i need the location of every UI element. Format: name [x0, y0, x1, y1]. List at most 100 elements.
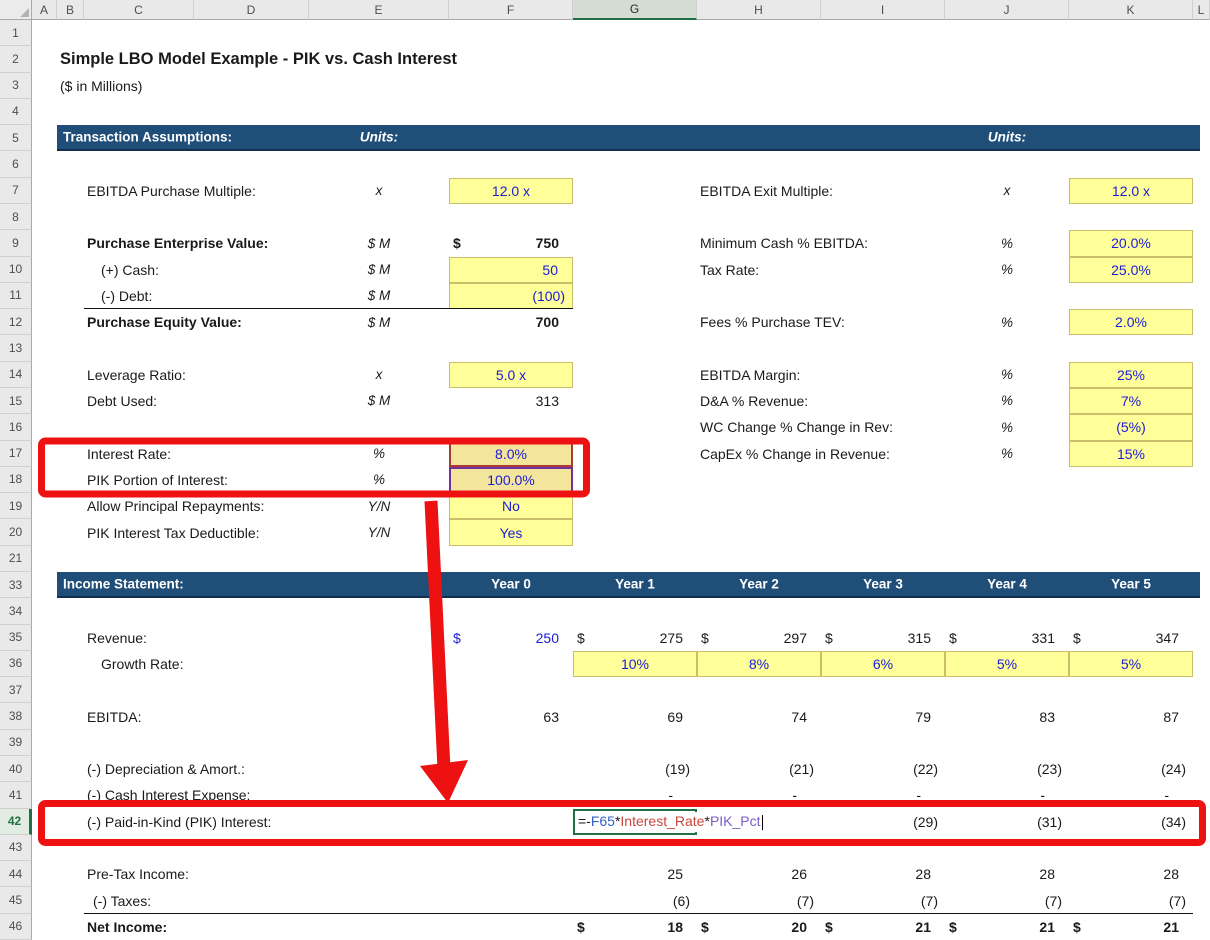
row-header-19[interactable]: 19	[0, 493, 32, 519]
cell-C9[interactable]: Purchase Enterprise Value:	[84, 230, 309, 256]
cell-H16[interactable]: WC Change % Change in Rev:	[697, 414, 945, 440]
cell-E10[interactable]: $ M	[309, 257, 449, 283]
cell-J12[interactable]: %	[945, 309, 1069, 335]
cell-H44[interactable]: 26	[697, 861, 821, 887]
leverage-ratio-input[interactable]: 5.0 x	[449, 362, 573, 388]
row-header-40[interactable]: 40	[0, 756, 32, 782]
ebitda-exit-multiple-input[interactable]: 12.0 x	[1069, 178, 1193, 204]
select-all-corner[interactable]	[0, 0, 32, 20]
row-header-7[interactable]: 7	[0, 178, 32, 204]
cell-G44[interactable]: 25	[573, 861, 697, 887]
cell-K41[interactable]: -	[1069, 782, 1193, 808]
column-header-J[interactable]: J	[945, 0, 1069, 20]
row-header-38[interactable]: 38	[0, 703, 32, 729]
cell-H38[interactable]: 74	[697, 703, 821, 729]
cash-input[interactable]: 50	[449, 257, 573, 283]
cell-H45[interactable]: (7)	[697, 887, 821, 913]
cell-H7[interactable]: EBITDA Exit Multiple:	[697, 178, 945, 204]
section-bar-income-statement[interactable]: Income Statement:Year 0Year 1Year 2Year …	[57, 572, 1200, 598]
row-header-3[interactable]: 3	[0, 73, 32, 99]
growth-rate-y3-input[interactable]: 6%	[821, 651, 945, 677]
cell-E7[interactable]: x	[309, 178, 449, 204]
interest-rate-input[interactable]: 8.0%	[449, 441, 573, 467]
cell-H17[interactable]: CapEx % Change in Revenue:	[697, 441, 945, 467]
row-header-4[interactable]: 4	[0, 99, 32, 125]
column-header-E[interactable]: E	[309, 0, 449, 20]
allow-principal-repayments-input[interactable]: No	[449, 493, 573, 519]
cell-C7[interactable]: EBITDA Purchase Multiple:	[84, 178, 309, 204]
row-header-17[interactable]: 17	[0, 441, 32, 467]
cell-I45[interactable]: (7)	[821, 887, 945, 913]
tax-rate-input[interactable]: 25.0%	[1069, 257, 1193, 283]
cell-E12[interactable]: $ M	[309, 309, 449, 335]
cell-J38[interactable]: 83	[945, 703, 1069, 729]
cell-C42[interactable]: (-) Paid-in-Kind (PIK) Interest:	[84, 809, 449, 835]
row-header-18[interactable]: 18	[0, 467, 32, 493]
revenue-y1[interactable]: $275	[573, 625, 697, 651]
ebitda-purchase-multiple-input[interactable]: 12.0 x	[449, 178, 573, 204]
cell-J42[interactable]: (31)	[945, 809, 1069, 835]
wc-change-pct-input[interactable]: (5%)	[1069, 414, 1193, 440]
revenue-y2[interactable]: $297	[697, 625, 821, 651]
debt-used[interactable]: 313	[449, 388, 573, 414]
cell-C15[interactable]: Debt Used:	[84, 388, 309, 414]
revenue-y5[interactable]: $347	[1069, 625, 1193, 651]
column-header-G[interactable]: G	[573, 0, 697, 20]
row-header-45[interactable]: 45	[0, 887, 32, 913]
row-header-8[interactable]: 8	[0, 204, 32, 230]
cell-E15[interactable]: $ M	[309, 388, 449, 414]
ebitda-margin-input[interactable]: 25%	[1069, 362, 1193, 388]
growth-rate-y5-input[interactable]: 5%	[1069, 651, 1193, 677]
row-header-21[interactable]: 21	[0, 546, 32, 572]
cell-H10[interactable]: Tax Rate:	[697, 257, 945, 283]
growth-rate-y1-input[interactable]: 10%	[573, 651, 697, 677]
cell-J16[interactable]: %	[945, 414, 1069, 440]
row-header-43[interactable]: 43	[0, 835, 32, 861]
cell-J14[interactable]: %	[945, 362, 1069, 388]
cell-J17[interactable]: %	[945, 441, 1069, 467]
column-header-A[interactable]: A	[32, 0, 57, 20]
sheet-title[interactable]: Simple LBO Model Example - PIK vs. Cash …	[57, 46, 697, 72]
cell-C38[interactable]: EBITDA:	[84, 703, 309, 729]
column-header-H[interactable]: H	[697, 0, 821, 20]
cell-E17[interactable]: %	[309, 441, 449, 467]
cell-E19[interactable]: Y/N	[309, 493, 449, 519]
cell-C10[interactable]: (+) Cash:	[84, 257, 309, 283]
row-header-20[interactable]: 20	[0, 519, 32, 545]
purchase-equity-value[interactable]: 700	[449, 309, 573, 335]
row-header-37[interactable]: 37	[0, 677, 32, 703]
cell-E14[interactable]: x	[309, 362, 449, 388]
pik-tax-deductible-input[interactable]: Yes	[449, 519, 573, 545]
cell-C40[interactable]: (-) Depreciation & Amort.:	[84, 756, 309, 782]
cell-F38[interactable]: 63	[449, 703, 573, 729]
cell-K42[interactable]: (34)	[1069, 809, 1193, 835]
row-header-13[interactable]: 13	[0, 335, 32, 361]
column-header-I[interactable]: I	[821, 0, 945, 20]
row-header-12[interactable]: 12	[0, 309, 32, 335]
growth-rate-y4-input[interactable]: 5%	[945, 651, 1069, 677]
cell-C46[interactable]: Net Income:	[84, 914, 309, 940]
revenue-y4[interactable]: $331	[945, 625, 1069, 651]
cell-K44[interactable]: 28	[1069, 861, 1193, 887]
column-header-B[interactable]: B	[57, 0, 84, 20]
row-header-16[interactable]: 16	[0, 414, 32, 440]
cell-C45[interactable]: (-) Taxes:	[84, 887, 309, 913]
column-header-F[interactable]: F	[449, 0, 573, 20]
net-income-y2[interactable]: $20	[697, 914, 821, 940]
cell-C41[interactable]: (-) Cash Interest Expense:	[84, 782, 309, 808]
cell-G45[interactable]: (6)	[573, 887, 697, 913]
cell-G40[interactable]: (19)	[573, 756, 697, 782]
cell-C17[interactable]: Interest Rate:	[84, 441, 309, 467]
row-header-14[interactable]: 14	[0, 362, 32, 388]
cell-J7[interactable]: x	[945, 178, 1069, 204]
cell-I44[interactable]: 28	[821, 861, 945, 887]
cell-H40[interactable]: (21)	[697, 756, 821, 782]
row-header-6[interactable]: 6	[0, 151, 32, 177]
revenue-y0[interactable]: $250	[449, 625, 573, 651]
cell-J45[interactable]: (7)	[945, 887, 1069, 913]
row-header-5[interactable]: 5	[0, 125, 32, 151]
net-income-y3[interactable]: $21	[821, 914, 945, 940]
cell-E9[interactable]: $ M	[309, 230, 449, 256]
column-header-L[interactable]: L	[1193, 0, 1210, 20]
row-header-44[interactable]: 44	[0, 861, 32, 887]
